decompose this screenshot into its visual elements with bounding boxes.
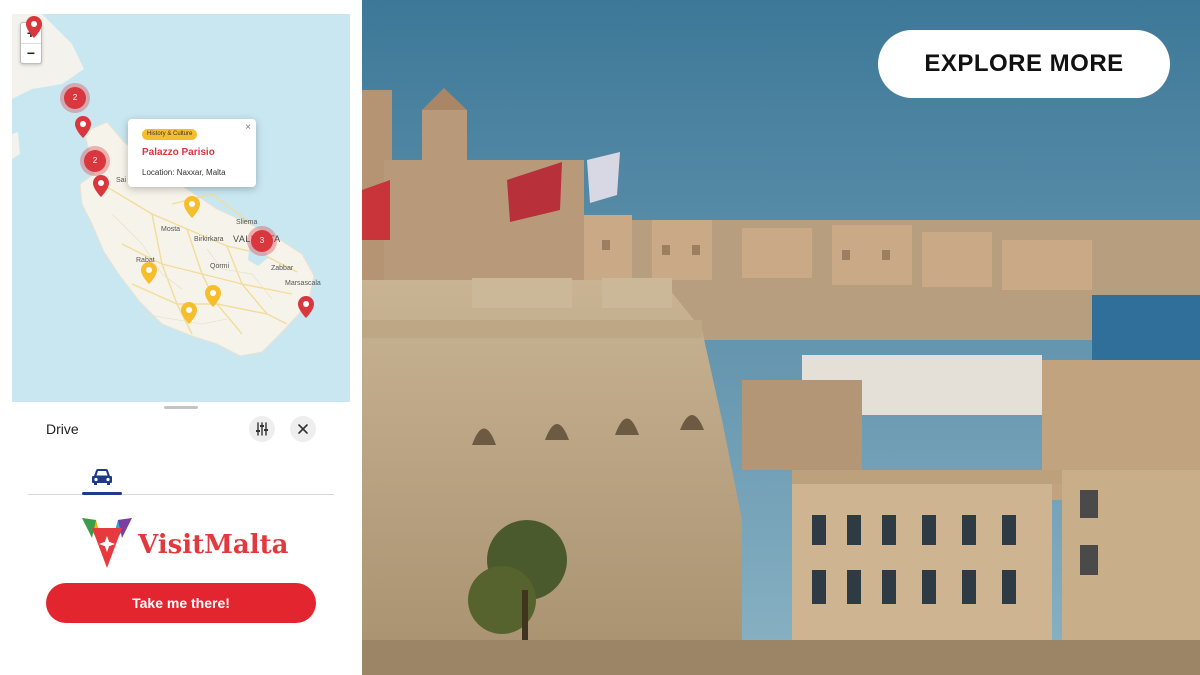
- map-label-st-pauls: Sai: [116, 177, 127, 184]
- explore-more-button[interactable]: EXPLORE MORE: [878, 30, 1170, 98]
- tab-active-indicator: [82, 492, 122, 495]
- sliders-icon: [256, 422, 268, 436]
- map-cluster[interactable]: 2: [64, 87, 86, 109]
- map-pin-red-icon[interactable]: [298, 296, 314, 318]
- map-label-sliema: Sliema: [236, 219, 258, 226]
- popup-location: Location: Naxxar, Malta: [142, 168, 226, 177]
- map-pin-yellow-icon[interactable]: [184, 196, 200, 218]
- popup-title[interactable]: Palazzo Parisio: [142, 147, 215, 158]
- map-pin-red-icon[interactable]: [93, 175, 109, 197]
- map-popup: History & Culture × Palazzo Parisio Loca…: [128, 119, 256, 187]
- map-label-zabbar: Zabbar: [271, 265, 294, 272]
- map-label-mosta: Mosta: [161, 226, 181, 233]
- popup-close-button[interactable]: ×: [245, 122, 251, 133]
- visitmalta-emblem-icon: [82, 518, 132, 568]
- map-land: [12, 14, 350, 402]
- visitmalta-logo-text: VisitMalta: [138, 530, 289, 560]
- map-pin-red-icon[interactable]: [26, 16, 42, 38]
- close-button[interactable]: [290, 416, 316, 442]
- map-pin-red-icon[interactable]: [75, 116, 91, 138]
- tab-drive[interactable]: [82, 464, 122, 495]
- hero-photo: [362, 0, 1200, 675]
- map-pin-yellow-icon[interactable]: [205, 285, 221, 307]
- settings-button[interactable]: [249, 416, 275, 442]
- directions-panel: + − Sai Sliema Mosta Birkirkara VALLETTA…: [0, 0, 362, 675]
- map-label-marsascala: Marsascala: [285, 280, 321, 287]
- map-pin-yellow-icon[interactable]: [181, 302, 197, 324]
- close-icon: [298, 424, 308, 434]
- mode-title: Drive: [46, 421, 79, 437]
- car-icon: [92, 469, 112, 485]
- visitmalta-logo: VisitMalta: [80, 514, 290, 570]
- map[interactable]: + − Sai Sliema Mosta Birkirkara VALLETTA…: [12, 14, 350, 402]
- map-cluster[interactable]: 2: [84, 150, 106, 172]
- take-me-there-button[interactable]: Take me there!: [46, 583, 316, 623]
- valletta-skyline-image: [362, 0, 1200, 675]
- map-pin-yellow-icon[interactable]: [141, 262, 157, 284]
- map-label-qormi: Qormi: [210, 263, 230, 270]
- zoom-out-button[interactable]: −: [21, 43, 41, 63]
- category-badge: History & Culture: [142, 129, 198, 140]
- tab-divider: [28, 494, 334, 495]
- drag-handle[interactable]: [164, 406, 198, 409]
- map-cluster[interactable]: 3: [251, 230, 273, 252]
- map-label-birkirkara: Birkirkara: [194, 236, 224, 243]
